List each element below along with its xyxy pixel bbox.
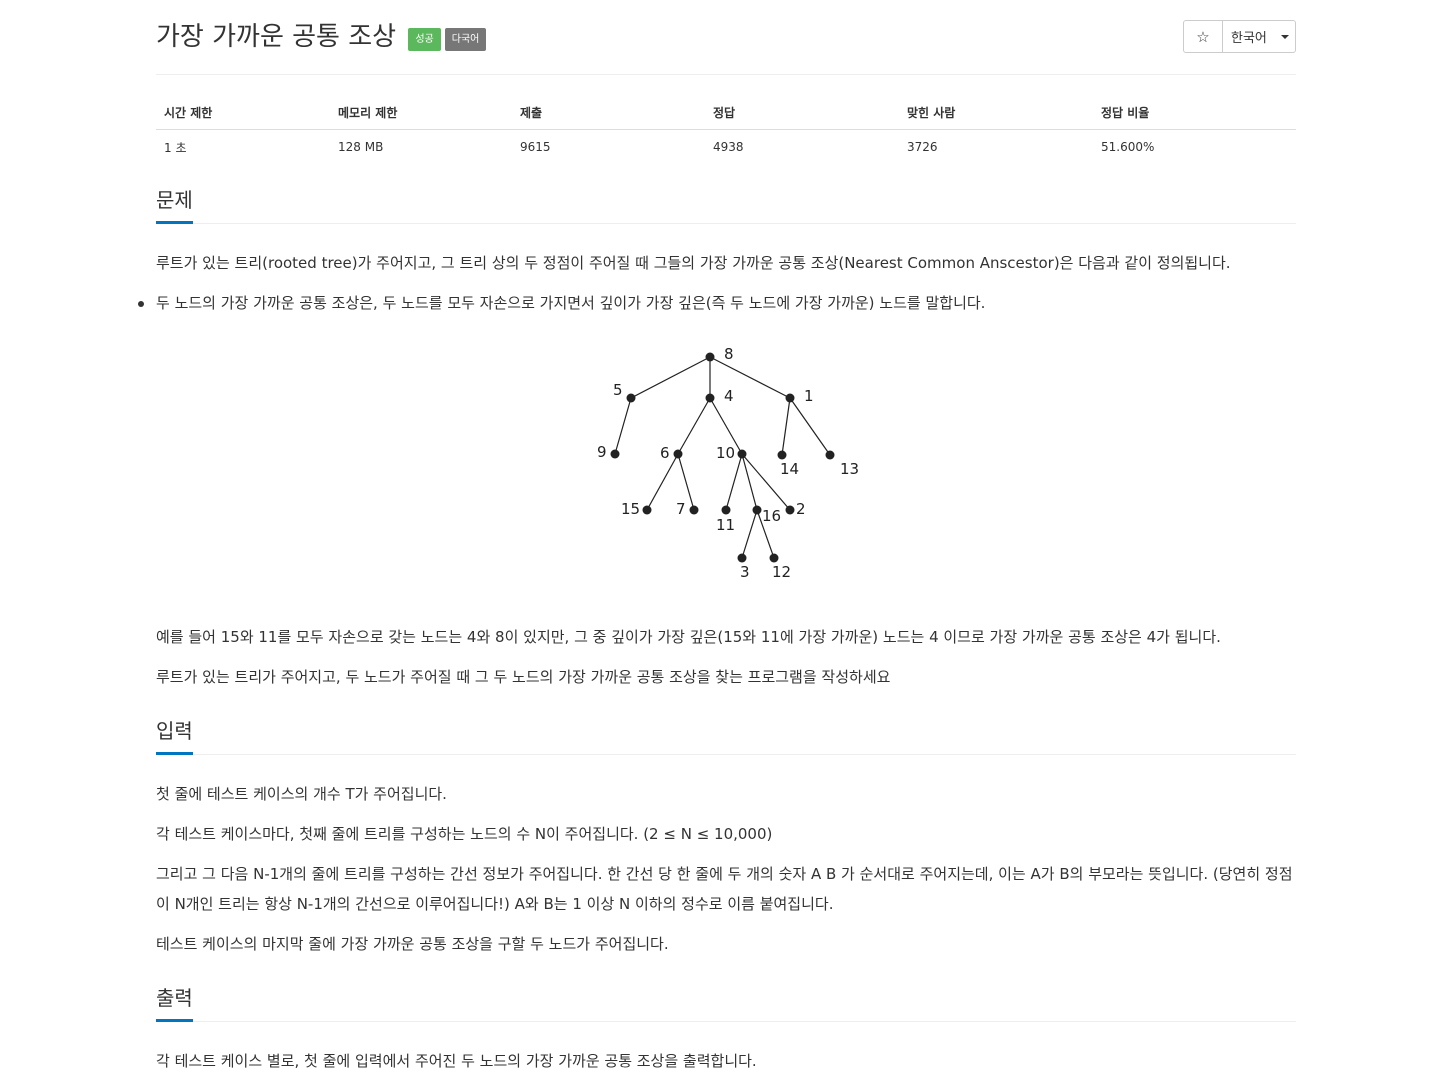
column-header: 정답 비율 <box>1093 96 1296 130</box>
tree-edge <box>725 453 743 511</box>
language-label: 한국어 <box>1231 31 1267 46</box>
output-heading: 출력 <box>156 985 193 1022</box>
description-section: 문제 루트가 있는 트리(rooted tree)가 주어지고, 그 트리 상의… <box>138 163 1296 692</box>
column-header: 정답 <box>705 96 899 130</box>
problem-title: 가장 가까운 공통 조상 <box>156 22 397 52</box>
definition-bullet: 두 노드의 가장 가까운 공통 조상은, 두 노드를 모두 자손으로 가지면서 … <box>138 288 1296 318</box>
tree-node <box>785 505 795 515</box>
description-task: 루트가 있는 트리가 주어지고, 두 노드가 주어질 때 그 두 노드의 가장 … <box>156 668 891 686</box>
tree-node-label: 1 <box>804 387 814 405</box>
column-header: 시간 제한 <box>156 96 330 130</box>
description-example: 예를 들어 15와 11를 모두 자손으로 갖는 노드는 4와 8이 있지만, … <box>156 628 1221 646</box>
time-limit-cell: 1 초 <box>164 140 187 155</box>
input-line: 테스트 케이스의 마지막 줄에 가장 가까운 공통 조상을 구할 두 노드가 주… <box>156 935 669 953</box>
tree-node <box>825 450 835 460</box>
tree-node-label: 8 <box>724 345 734 363</box>
language-dropdown[interactable]: 한국어 <box>1223 21 1295 52</box>
tree-node-label: 11 <box>716 516 735 534</box>
table-header-row: 시간 제한 메모리 제한 제출 정답 맞힌 사람 정답 비율 <box>156 96 1296 130</box>
output-line: 각 테스트 케이스 별로, 첫 줄에 입력에서 주어진 두 노드의 가장 가까운… <box>156 1052 757 1070</box>
input-heading: 입력 <box>156 718 193 755</box>
tree-edge <box>646 453 679 511</box>
tree-node <box>737 553 747 563</box>
tree-node <box>689 505 699 515</box>
tree-node <box>737 449 747 459</box>
column-header: 맞힌 사람 <box>899 96 1093 130</box>
column-header: 메모리 제한 <box>330 96 512 130</box>
tree-edge <box>789 397 831 456</box>
tree-diagram: 8 5 4 1 9 6 10 14 13 15 7 11 16 2 3 12 <box>597 345 859 581</box>
input-section: 입력 첫 줄에 테스트 케이스의 개수 T가 주어집니다. 각 테스트 케이스마… <box>156 694 1296 959</box>
tree-edge <box>614 397 632 455</box>
tree-edge <box>781 397 791 456</box>
tree-node <box>673 449 683 459</box>
description-intro: 루트가 있는 트리(rooted tree)가 주어지고, 그 트리 상의 두 … <box>156 254 1231 272</box>
tree-node-label: 7 <box>676 500 686 518</box>
caret-down-icon <box>1280 34 1289 39</box>
tree-figure: 8 5 4 1 9 6 10 14 13 15 7 11 16 2 3 12 <box>156 340 1296 610</box>
tree-node <box>769 553 779 563</box>
problem-info-table: 시간 제한 메모리 제한 제출 정답 맞힌 사람 정답 비율 1 초 128 M… <box>156 96 1296 164</box>
tree-edge <box>709 356 791 399</box>
tree-edge <box>741 509 758 559</box>
tree-node-label: 13 <box>840 460 859 478</box>
tree-node-label: 16 <box>762 507 781 525</box>
section-title: 출력 <box>156 961 1296 1022</box>
tree-edge <box>677 397 711 455</box>
tree-node <box>752 505 762 515</box>
tree-node <box>777 450 787 460</box>
tree-node-label: 9 <box>597 443 607 461</box>
ratio-cell: 51.600% <box>1101 140 1155 154</box>
tree-edge <box>630 356 711 399</box>
tree-node-label: 6 <box>660 444 670 462</box>
tree-node-label: 14 <box>780 460 799 478</box>
tree-node <box>626 393 636 403</box>
tree-node-label: 2 <box>796 500 806 518</box>
problem-page: 가장 가까운 공통 조상 성공 다국어 ☆ 한국어 시간 제한 메모리 제한 제출… <box>138 0 1296 1076</box>
memory-limit-cell: 128 MB <box>338 140 384 154</box>
input-line: 각 테스트 케이스마다, 첫째 줄에 트리를 구성하는 노드의 수 N이 주어집… <box>156 825 773 843</box>
tree-node <box>642 505 652 515</box>
accepted-cell: 4938 <box>713 140 744 154</box>
tree-node-label: 3 <box>740 563 750 581</box>
problem-header: 가장 가까운 공통 조상 성공 다국어 ☆ 한국어 <box>156 0 1296 75</box>
table-row: 1 초 128 MB 9615 4938 3726 51.600% <box>156 130 1296 165</box>
tree-node-label: 12 <box>772 563 791 581</box>
tree-node-label: 5 <box>613 381 623 399</box>
tree-node-label: 4 <box>724 387 734 405</box>
tree-node <box>705 393 715 403</box>
tree-node-label: 10 <box>716 444 735 462</box>
description-heading: 문제 <box>156 187 193 224</box>
header-actions: ☆ 한국어 <box>1183 20 1296 53</box>
tree-node <box>705 352 715 362</box>
tree-node <box>785 393 795 403</box>
output-section: 출력 각 테스트 케이스 별로, 첫 줄에 입력에서 주어진 두 노드의 가장 … <box>156 961 1296 1076</box>
tree-node <box>610 449 620 459</box>
input-line: 그리고 그 다음 N-1개의 줄에 트리를 구성하는 간선 정보가 주어집니다.… <box>156 865 1293 913</box>
tree-node <box>721 505 731 515</box>
input-line: 첫 줄에 테스트 케이스의 개수 T가 주어집니다. <box>156 785 447 803</box>
tree-node-label: 15 <box>621 500 640 518</box>
favorite-button[interactable]: ☆ <box>1184 21 1223 52</box>
section-title: 문제 <box>156 163 1296 224</box>
solvers-cell: 3726 <box>907 140 938 154</box>
success-badge: 성공 <box>408 28 441 51</box>
page-title: 가장 가까운 공통 조상 성공 다국어 <box>156 17 487 57</box>
submissions-cell: 9615 <box>520 140 551 154</box>
column-header: 제출 <box>512 96 705 130</box>
star-icon: ☆ <box>1196 27 1210 46</box>
section-title: 입력 <box>156 694 1296 755</box>
multilang-badge: 다국어 <box>444 28 487 51</box>
